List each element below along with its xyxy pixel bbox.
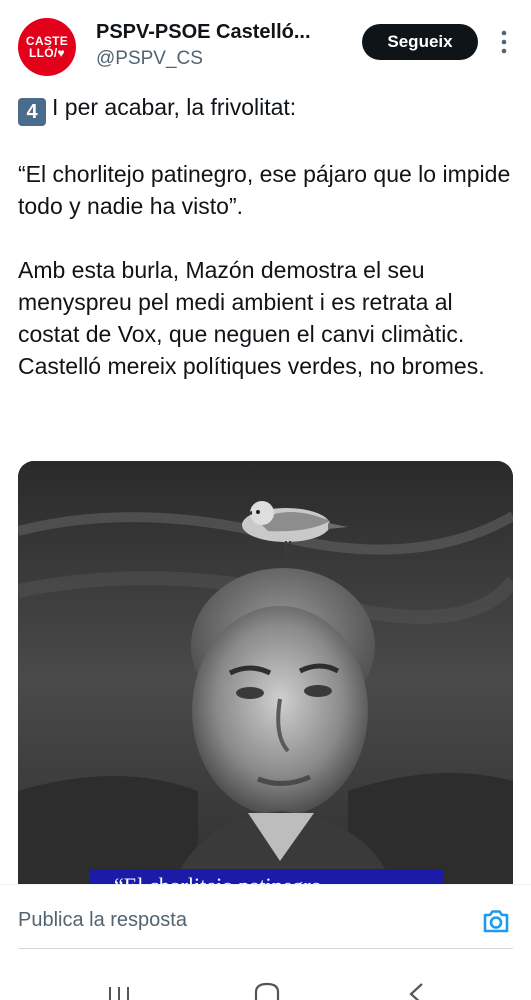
reply-divider [18, 948, 513, 949]
follow-button[interactable]: Segueix [362, 24, 478, 60]
tweet-body: Amb esta burla, Mazón demostra el seu me… [18, 257, 485, 379]
keycap-four-icon: 4 [18, 98, 46, 126]
tweet-image[interactable]: “El chorlitejo patinegro [18, 461, 513, 901]
account-handle[interactable]: @PSPV_CS [96, 48, 203, 70]
photo-illustration: “El chorlitejo patinegro [18, 461, 513, 901]
avatar-text-line2: LLÓ/♥ [29, 46, 65, 60]
avatar[interactable]: CASTE LLÓ/♥ [18, 18, 76, 76]
more-vertical-icon[interactable] [494, 28, 514, 56]
back-icon[interactable] [406, 982, 426, 1000]
recents-icon[interactable] [106, 985, 132, 1000]
account-name[interactable]: PSPV-PSOE Castelló... [96, 21, 311, 44]
camera-icon[interactable] [481, 906, 511, 936]
tweet-line-intro: I per acabar, la frivolitat: [52, 94, 297, 120]
home-icon[interactable] [254, 982, 280, 1000]
reply-bar: Publica la resposta [0, 884, 531, 950]
reply-input[interactable]: Publica la resposta [18, 909, 187, 932]
tweet-header: CASTE LLÓ/♥ PSPV-PSOE Castelló... @PSPV_… [0, 0, 531, 80]
tweet-text: 4I per acabar, la frivolitat: “El chorli… [18, 91, 518, 382]
tweet-quote: “El chorlitejo patinegro, ese pájaro que… [18, 161, 517, 219]
